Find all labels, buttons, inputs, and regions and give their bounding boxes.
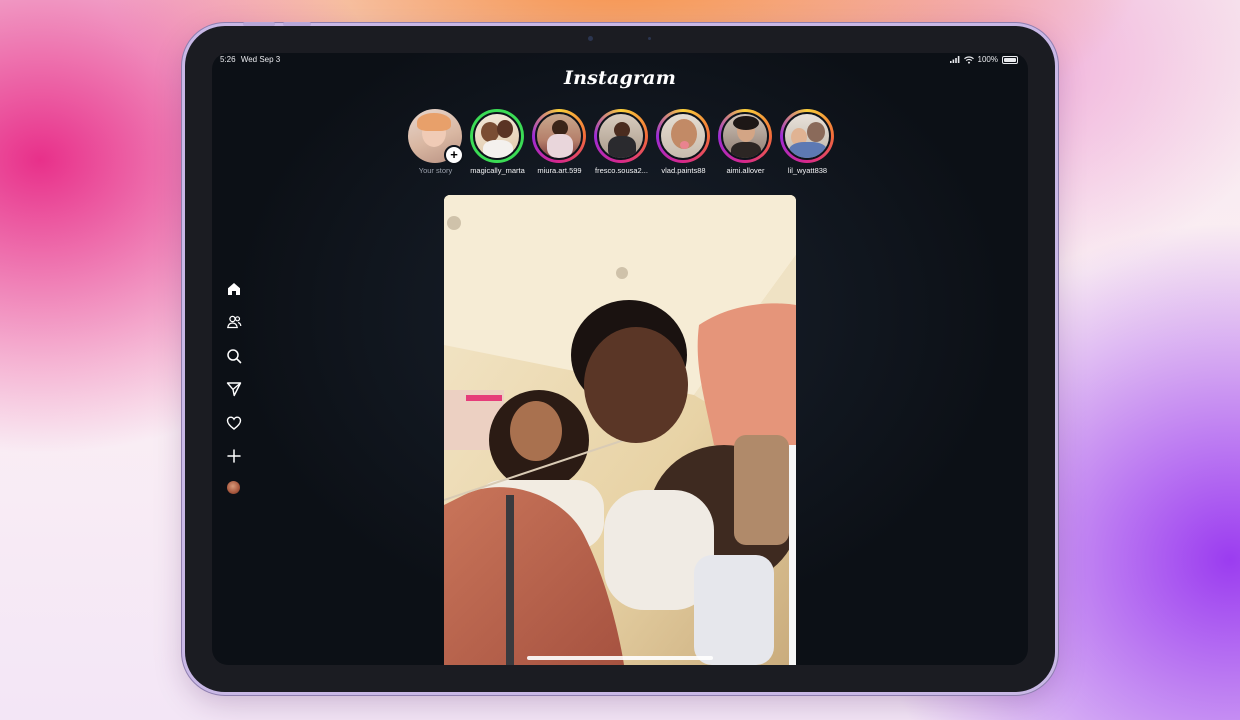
avatar	[597, 112, 645, 160]
people-icon[interactable]	[226, 314, 242, 330]
story-magically-marta[interactable]: magically_marta	[470, 109, 525, 175]
volume-button	[243, 22, 275, 26]
story-lil-wyatt[interactable]: lil_wyatt838	[780, 109, 835, 175]
avatar	[783, 112, 831, 160]
heart-icon[interactable]	[226, 415, 242, 431]
avatar	[227, 481, 240, 495]
story-miura-art[interactable]: miura.art.599	[532, 109, 587, 175]
story-ring	[594, 109, 648, 163]
sensor-icon	[648, 37, 651, 40]
story-vlad-paints[interactable]: vlad.paints88	[656, 109, 711, 175]
avatar	[473, 112, 521, 160]
home-icon[interactable]	[226, 281, 242, 297]
story-username: vlad.paints88	[661, 166, 706, 175]
send-icon[interactable]	[226, 381, 242, 397]
story-avatar: +	[408, 109, 464, 165]
story-ring	[718, 109, 772, 163]
battery-icon	[1002, 55, 1018, 64]
story-username: miura.art.599	[537, 166, 582, 175]
status-icons: 100%	[949, 55, 1018, 64]
date-label: Wed Sep 3	[240, 55, 281, 64]
story-aimi-allover[interactable]: aimi.allover	[718, 109, 773, 175]
story-username: fresco.sousa2...	[595, 166, 648, 175]
ipad-frame: 5:26 Wed Sep 3 100% Instagram + Your sto…	[185, 22, 1055, 692]
status-bar: 5:26 Wed Sep 3 100%	[212, 53, 1028, 67]
time-label: 5:26	[220, 55, 236, 64]
volume-button	[283, 22, 311, 26]
app-screen: 5:26 Wed Sep 3 100% Instagram + Your sto…	[212, 53, 1028, 665]
signal-icon	[949, 56, 959, 63]
story-ring	[470, 109, 524, 163]
search-icon[interactable]	[226, 348, 242, 364]
story-fresco-sousa[interactable]: fresco.sousa2...	[594, 109, 649, 175]
avatar	[535, 112, 583, 160]
story-ring	[656, 109, 710, 163]
wifi-icon	[963, 55, 974, 64]
story-ring	[780, 109, 834, 163]
post-image	[444, 195, 796, 665]
battery-percent: 100%	[977, 55, 998, 64]
story-ring	[532, 109, 586, 163]
profile-avatar[interactable]	[226, 481, 242, 497]
camera-icon	[588, 36, 593, 41]
avatar	[721, 112, 769, 160]
story-username: aimi.allover	[726, 166, 765, 175]
feed-post-photo[interactable]	[444, 195, 796, 665]
plus-icon[interactable]	[226, 448, 242, 464]
home-indicator[interactable]	[527, 656, 713, 660]
story-your-story[interactable]: + Your story	[408, 109, 464, 175]
story-username: Your story	[418, 166, 453, 175]
instagram-logo[interactable]: Instagram	[212, 67, 1028, 89]
story-username: lil_wyatt838	[787, 166, 828, 175]
add-story-icon[interactable]: +	[444, 145, 464, 165]
sidebar-nav	[226, 281, 242, 515]
status-time: 5:26 Wed Sep 3	[220, 55, 280, 64]
avatar	[659, 112, 707, 160]
story-username: magically_marta	[470, 166, 525, 175]
stories-tray: + Your story magically_marta miura.art.5…	[408, 109, 835, 175]
